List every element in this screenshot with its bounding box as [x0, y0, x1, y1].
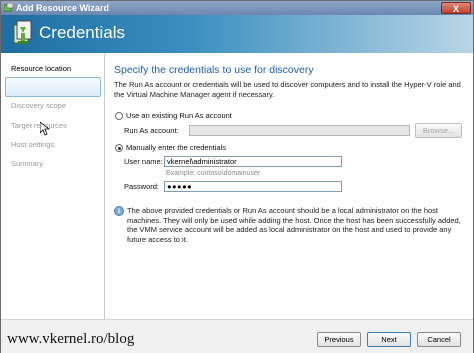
close-button[interactable]: X	[441, 2, 471, 14]
manual-credentials-label[interactable]: Manually enter the credentials	[126, 143, 226, 153]
wizard-window: Add Resource Wizard X Credentials Resour…	[0, 0, 474, 353]
password-field[interactable]: ●●●●●	[164, 181, 342, 192]
wizard-icon	[4, 3, 13, 12]
sidebar-item-discovery-scope[interactable]: Discovery scope	[11, 101, 66, 111]
browse-button[interactable]: Browse...	[415, 123, 462, 138]
page-title: Credentials	[39, 23, 125, 42]
credentials-note: The above provided credentials or Run As…	[127, 206, 461, 244]
page-banner: Credentials	[1, 15, 473, 53]
username-example: Example: contoso\domainuser	[166, 170, 261, 177]
main-panel: Specify the credentials to use for disco…	[105, 53, 473, 319]
sidebar-item-host-settings[interactable]: Host settings	[11, 140, 54, 150]
credentials-icon	[13, 20, 32, 44]
section-description: The Run As account or credentials will b…	[114, 80, 461, 99]
sidebar-selection-highlight	[5, 77, 101, 97]
window-title: Add Resource Wizard	[16, 3, 109, 13]
sidebar-item-summary[interactable]: Summary	[11, 159, 43, 169]
section-heading: Specify the credentials to use for disco…	[114, 64, 314, 76]
sidebar-item-resource-location[interactable]: Resource location	[11, 64, 71, 74]
close-icon: X	[452, 4, 459, 14]
run-as-account-label: Run As account:	[124, 126, 179, 135]
existing-account-label[interactable]: Use an existing Run As account	[126, 111, 232, 121]
cancel-button[interactable]: Cancel	[417, 332, 461, 347]
previous-button[interactable]: Previous	[317, 332, 361, 347]
wizard-steps-sidebar: Resource location Discovery scope Target…	[1, 53, 105, 319]
username-field[interactable]	[164, 156, 342, 167]
next-button[interactable]: Next	[367, 332, 411, 347]
title-bar: Add Resource Wizard X	[1, 1, 473, 15]
password-label: Password:	[124, 182, 160, 191]
manual-credentials-radio[interactable]	[115, 144, 123, 152]
username-label: User name:	[124, 157, 163, 166]
sidebar-item-target-resources[interactable]: Target resources	[11, 121, 67, 131]
mouse-cursor-icon	[40, 122, 50, 136]
wizard-footer: www.vkernel.ro/blog Previous Next Cancel	[1, 319, 473, 353]
watermark-text: www.vkernel.ro/blog	[7, 331, 135, 347]
run-as-account-field[interactable]	[189, 125, 410, 136]
info-icon: i	[114, 206, 124, 216]
existing-account-radio[interactable]	[115, 112, 123, 120]
